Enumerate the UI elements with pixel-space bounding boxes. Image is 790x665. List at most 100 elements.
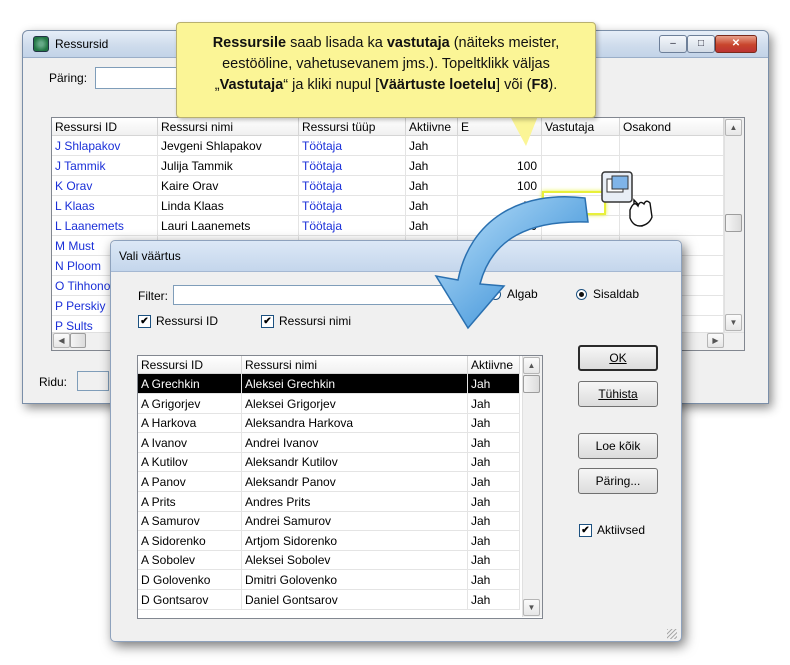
list-item[interactable]: A Panov: [138, 472, 242, 492]
grid-cell[interactable]: Julija Tammik: [158, 156, 299, 176]
list-item[interactable]: D Gontsarov: [138, 589, 242, 610]
window-title: Ressursid: [55, 37, 109, 51]
selected-row-cell[interactable]: Jah: [468, 374, 520, 394]
list-item[interactable]: Jah: [468, 432, 520, 453]
curved-arrow-icon: [434, 196, 589, 330]
list-item[interactable]: Dmitri Golovenko: [242, 570, 468, 590]
close-button[interactable]: ✕: [715, 35, 757, 53]
selected-row-cell[interactable]: A Grechkin: [138, 374, 242, 394]
row-count-field: [77, 371, 109, 391]
maximize-button[interactable]: □: [687, 35, 715, 53]
list-item[interactable]: A Sobolev: [138, 550, 242, 571]
column-header[interactable]: Aktiivne: [406, 118, 458, 136]
grid-cell[interactable]: Jah: [406, 156, 458, 176]
list-item[interactable]: A Prits: [138, 491, 242, 512]
list-item[interactable]: A Harkova: [138, 413, 242, 434]
list-item[interactable]: Jah: [468, 413, 520, 434]
checkbox-resource-name[interactable]: ✔: [261, 315, 274, 328]
checkbox-active[interactable]: ✔: [579, 524, 592, 537]
list-item[interactable]: Jah: [468, 472, 520, 492]
checkbox-resource-id-label: Ressursi ID: [156, 314, 219, 328]
selected-row-cell[interactable]: Aleksei Grechkin: [242, 374, 468, 394]
grid-cell[interactable]: Töötaja: [299, 196, 406, 216]
resize-grip[interactable]: [667, 629, 677, 639]
list-item[interactable]: Artjom Sidorenko: [242, 530, 468, 551]
grid-cell[interactable]: L Laanemets: [52, 216, 158, 236]
list-item[interactable]: A Samurov: [138, 511, 242, 532]
list-item[interactable]: A Grigorjev: [138, 393, 242, 414]
grid-cell[interactable]: Töötaja: [299, 156, 406, 176]
grid-cell[interactable]: Kaire Orav: [158, 176, 299, 196]
list-item[interactable]: Jah: [468, 393, 520, 414]
scroll-down-button[interactable]: ▼: [725, 314, 742, 331]
checkbox-resource-id[interactable]: ✔: [138, 315, 151, 328]
scroll-down-button[interactable]: ▼: [523, 599, 540, 616]
list-item[interactable]: A Ivanov: [138, 432, 242, 453]
list-item[interactable]: Andres Prits: [242, 491, 468, 512]
grid-cell[interactable]: 100: [458, 156, 542, 176]
grid-cell[interactable]: Lauri Laanemets: [158, 216, 299, 236]
column-header[interactable]: Aktiivne: [468, 356, 520, 374]
checkbox-active-label: Aktiivsed: [597, 523, 646, 537]
values-grid: Ressursi ID Ressursi nimi Aktiivne A Grechk…: [137, 355, 543, 619]
list-item[interactable]: Aleksandra Harkova: [242, 413, 468, 434]
scroll-up-button[interactable]: ▲: [523, 357, 540, 374]
list-item[interactable]: A Sidorenko: [138, 530, 242, 551]
scroll-thumb[interactable]: [725, 214, 742, 232]
ok-button[interactable]: OK: [578, 345, 658, 371]
column-header[interactable]: Osakond: [620, 118, 724, 136]
list-item[interactable]: Jah: [468, 530, 520, 551]
scroll-up-button[interactable]: ▲: [725, 119, 742, 136]
grid-cell[interactable]: Töötaja: [299, 216, 406, 236]
scroll-left-button[interactable]: ◀: [53, 333, 70, 348]
ok-button-label: OK: [609, 351, 627, 365]
list-item[interactable]: Jah: [468, 452, 520, 473]
row-count-label: Ridu:: [39, 375, 68, 389]
grid-cell[interactable]: Jevgeni Shlapakov: [158, 136, 299, 156]
filter-label: Filter:: [138, 289, 168, 303]
list-item[interactable]: Daniel Gontsarov: [242, 589, 468, 610]
scroll-thumb[interactable]: [523, 375, 540, 393]
list-item[interactable]: D Golovenko: [138, 570, 242, 590]
grid-cell[interactable]: Jah: [406, 136, 458, 156]
column-header[interactable]: Ressursi nimi: [158, 118, 299, 136]
grid-cell[interactable]: J Shlapakov: [52, 136, 158, 156]
minimize-button[interactable]: –: [659, 35, 687, 53]
callout-pointer: [510, 116, 538, 146]
osakond-cell[interactable]: [620, 136, 724, 156]
app-icon: [33, 36, 49, 52]
list-item[interactable]: A Kutilov: [138, 452, 242, 473]
list-item[interactable]: Jah: [468, 550, 520, 571]
hscroll-thumb[interactable]: [70, 333, 86, 348]
list-item[interactable]: Andrei Ivanov: [242, 432, 468, 453]
vertical-scrollbar[interactable]: [522, 356, 542, 617]
grid-cell[interactable]: J Tammik: [52, 156, 158, 176]
grid-cell[interactable]: Töötaja: [299, 136, 406, 156]
list-item[interactable]: Jah: [468, 491, 520, 512]
column-header[interactable]: Ressursi tüüp: [299, 118, 406, 136]
column-header[interactable]: Ressursi ID: [138, 356, 242, 374]
list-item[interactable]: Jah: [468, 570, 520, 590]
scroll-right-button[interactable]: ▶: [707, 333, 724, 348]
query-label: Päring:: [49, 71, 88, 85]
cancel-button[interactable]: Tühista: [578, 381, 658, 407]
list-item[interactable]: Andrei Samurov: [242, 511, 468, 532]
grid-cell[interactable]: L Klaas: [52, 196, 158, 216]
list-item[interactable]: Aleksei Sobolev: [242, 550, 468, 571]
query-button[interactable]: Päring...: [578, 468, 658, 494]
cancel-button-label: Tühista: [598, 387, 638, 401]
grid-cell[interactable]: Töötaja: [299, 176, 406, 196]
grid-cell[interactable]: K Orav: [52, 176, 158, 196]
callout-line-2: eestööline, vahetusevanem jms.). Topeltk…: [222, 56, 550, 72]
vastutaja-cell[interactable]: [542, 136, 620, 156]
list-item[interactable]: Aleksei Grigorjev: [242, 393, 468, 414]
list-item[interactable]: Jah: [468, 511, 520, 532]
column-header[interactable]: Ressursi nimi: [242, 356, 468, 374]
list-item[interactable]: Aleksandr Kutilov: [242, 452, 468, 473]
list-item[interactable]: Jah: [468, 589, 520, 610]
column-header[interactable]: Ressursi ID: [52, 118, 158, 136]
load-all-button[interactable]: Loe kõik: [578, 433, 658, 459]
grid-cell[interactable]: Linda Klaas: [158, 196, 299, 216]
column-header[interactable]: Vastutaja: [542, 118, 620, 136]
list-item[interactable]: Aleksandr Panov: [242, 472, 468, 492]
